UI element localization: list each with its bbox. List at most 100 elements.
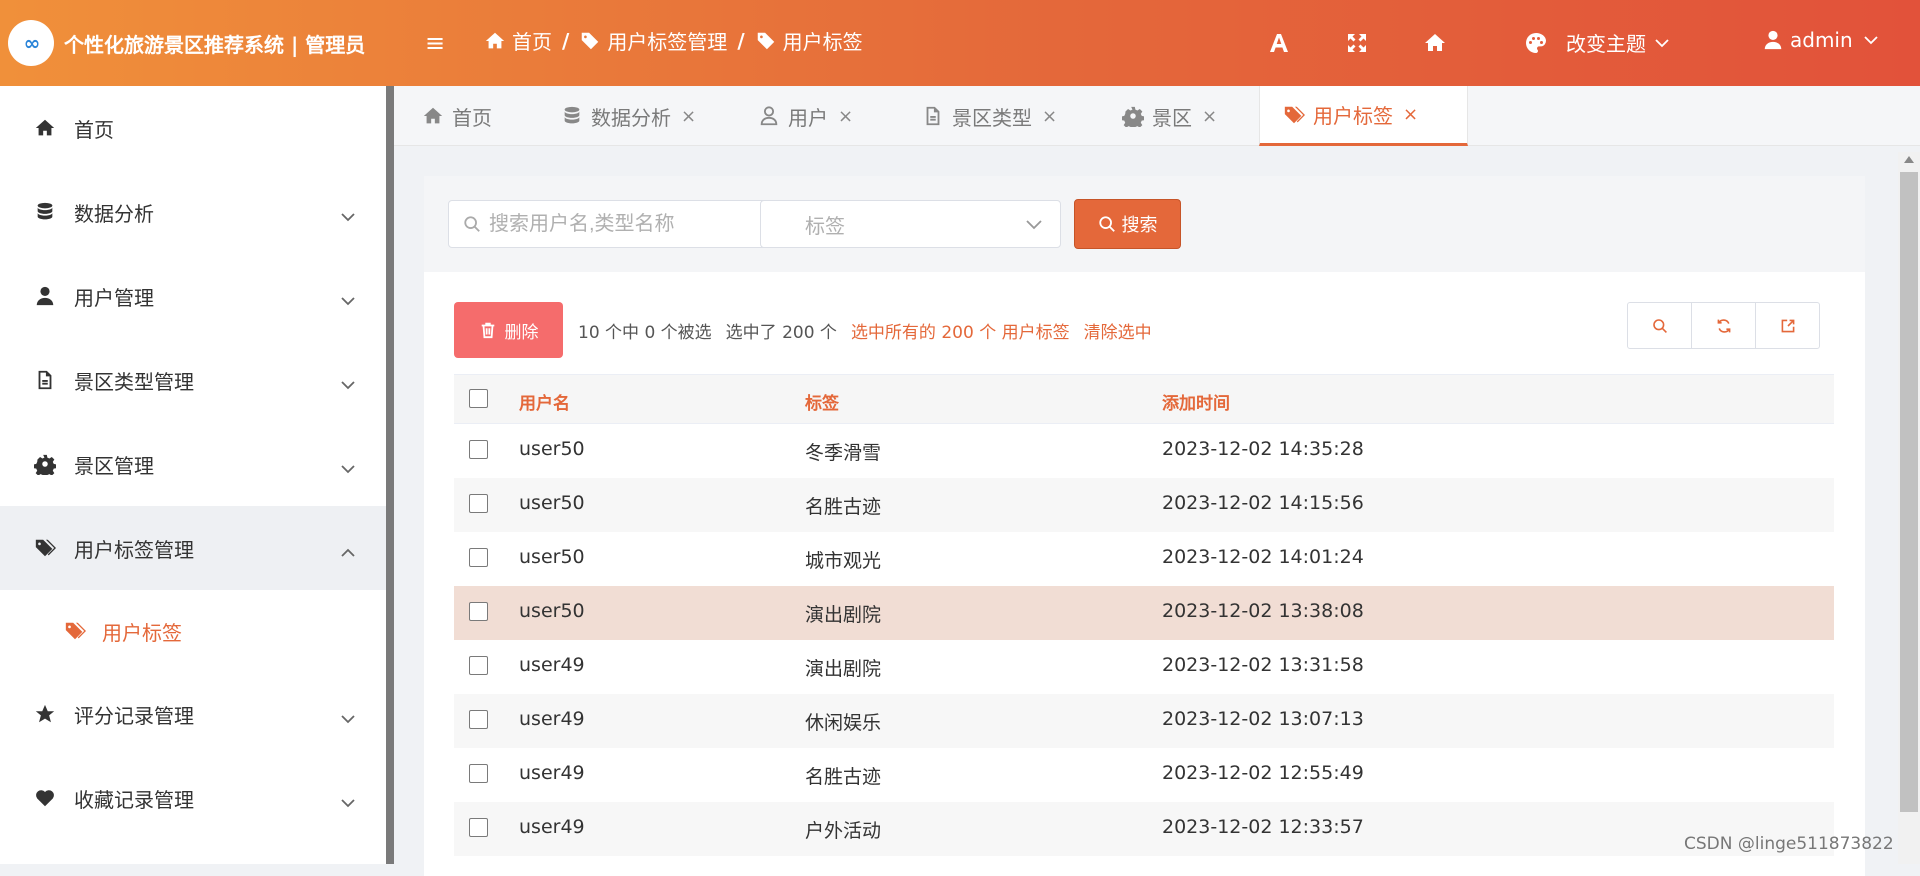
tags-icon: [757, 32, 774, 49]
tag-select-placeholder: 标签: [805, 213, 845, 238]
breadcrumb-separator: /: [737, 28, 745, 53]
row-checkbox[interactable]: [469, 656, 488, 675]
table-row[interactable]: user50 冬季滑雪 2023-12-02 14:35:28: [454, 424, 1834, 478]
tag-select[interactable]: 标签: [760, 200, 1061, 248]
breadcrumb-home[interactable]: 首页: [484, 26, 552, 55]
breadcrumb-label: 用户标签: [782, 30, 863, 54]
selection-count: 10 个中 0 个被选: [578, 323, 712, 343]
tab-home[interactable]: 首页: [422, 86, 492, 146]
sidebar-item-label: 景区类型管理: [74, 369, 194, 394]
cell-added-time: 2023-12-02 14:35:28: [1162, 438, 1364, 460]
fullscreen-icon[interactable]: [1342, 28, 1372, 58]
user-menu[interactable]: admin: [1762, 28, 1879, 52]
row-checkbox[interactable]: [469, 602, 488, 621]
sidebar-scrollbar[interactable]: [386, 86, 394, 864]
select-all-link[interactable]: 选中所有的 200 个 用户标签: [851, 318, 1070, 343]
heart-icon: [36, 790, 54, 807]
tab-label: 用户标签: [1313, 104, 1393, 128]
cell-tag: 冬季滑雪: [805, 442, 882, 464]
tags-icon: [582, 32, 599, 49]
row-checkbox[interactable]: [469, 764, 488, 783]
sidebar-item-ratings[interactable]: 评分记录管理: [0, 672, 386, 756]
breadcrumb-label: 首页: [512, 30, 552, 54]
gear-icon: [34, 454, 56, 475]
palette-icon: [1526, 32, 1547, 53]
row-checkbox[interactable]: [469, 710, 488, 729]
close-icon[interactable]: ×: [838, 106, 853, 127]
breadcrumb: 首页 / 用户标签管理 / 用户标签: [484, 26, 863, 55]
close-icon[interactable]: ×: [1042, 106, 1057, 127]
sidebar-item-users[interactable]: 用户管理: [0, 254, 386, 338]
cell-tag: 名胜古迹: [805, 766, 882, 788]
user-icon: [1764, 30, 1782, 50]
delete-button[interactable]: 删除: [454, 302, 563, 358]
table-row[interactable]: user50 名胜古迹 2023-12-02 14:15:56: [454, 478, 1834, 532]
theme-switcher[interactable]: 改变主题: [1524, 28, 1670, 57]
row-checkbox[interactable]: [469, 548, 488, 567]
cell-added-time: 2023-12-02 14:01:24: [1162, 546, 1364, 568]
row-checkbox[interactable]: [469, 818, 488, 837]
search-icon: [1652, 318, 1667, 333]
scroll-up-arrow-icon[interactable]: [1904, 156, 1914, 163]
font-size-icon[interactable]: [1264, 28, 1294, 58]
tab-scenic-types[interactable]: 景区类型 ×: [922, 86, 1057, 146]
selected-total: 选中了 200 个: [725, 323, 837, 343]
clear-selection-link[interactable]: 清除选中: [1084, 318, 1152, 343]
search-button[interactable]: 搜索: [1074, 199, 1181, 249]
chevron-up-icon: [340, 541, 356, 557]
sidebar-item-favorites[interactable]: 收藏记录管理: [0, 756, 386, 840]
close-icon[interactable]: ×: [1403, 104, 1418, 125]
scrollbar-thumb[interactable]: [1900, 172, 1918, 812]
search-input[interactable]: [489, 212, 749, 236]
row-checkbox[interactable]: [469, 494, 488, 513]
sidebar-item-label: 评分记录管理: [74, 703, 194, 728]
sidebar-item-user-tags[interactable]: 用户标签管理: [0, 506, 386, 590]
column-header-added-time[interactable]: 添加时间: [1162, 389, 1230, 414]
sidebar-item-home[interactable]: 首页: [0, 86, 386, 170]
table-row-hovered[interactable]: user50 演出剧院 2023-12-02 13:38:08: [454, 586, 1834, 640]
content-card: 标签 搜索 删除 10 个中 0 个被选 选中了 200 个 选中所有的 200…: [424, 176, 1865, 876]
sidebar-item-scenic[interactable]: 景区管理: [0, 422, 386, 506]
cell-username: user49: [519, 762, 585, 784]
cell-tag: 城市观光: [805, 550, 882, 572]
table-row[interactable]: user49 户外活动 2023-12-02 12:33:57: [454, 802, 1834, 856]
tab-analytics[interactable]: 数据分析 ×: [561, 86, 696, 146]
menu-toggle-icon[interactable]: ≡: [425, 30, 445, 56]
top-header: ∞ 个性化旅游景区推荐系统 | 管理员 ≡ 首页 / 用户标签管理 / 用户标签…: [0, 0, 1920, 86]
sidebar-subitem-label: 用户标签: [102, 620, 182, 645]
tab-user-tags[interactable]: 用户标签 ×: [1259, 86, 1468, 146]
table-row[interactable]: user49 名胜古迹 2023-12-02 12:55:49: [454, 748, 1834, 802]
search-field[interactable]: [448, 200, 768, 248]
breadcrumb-tag-management[interactable]: 用户标签管理: [579, 26, 727, 55]
sidebar-item-scenic-types[interactable]: 景区类型管理: [0, 338, 386, 422]
table-row[interactable]: user49 演出剧院 2023-12-02 13:31:58: [454, 640, 1834, 694]
cell-tag: 名胜古迹: [805, 496, 882, 518]
tab-scenic[interactable]: 景区 ×: [1122, 86, 1217, 146]
page-scrollbar[interactable]: [1898, 152, 1920, 864]
tab-users[interactable]: 用户 ×: [758, 86, 853, 146]
row-checkbox[interactable]: [469, 440, 488, 459]
sidebar-subitem-user-tags[interactable]: 用户标签: [0, 590, 386, 672]
cell-added-time: 2023-12-02 12:55:49: [1162, 762, 1364, 784]
app-logo: ∞: [8, 20, 54, 66]
home-icon[interactable]: [1420, 28, 1450, 58]
chevron-down-icon: [1864, 36, 1878, 45]
sidebar-item-label: 景区管理: [74, 453, 154, 478]
table-row[interactable]: user49 休闲娱乐 2023-12-02 13:07:13: [454, 694, 1834, 748]
column-header-tag[interactable]: 标签: [805, 389, 839, 414]
toggle-search-button[interactable]: [1628, 303, 1692, 348]
close-icon[interactable]: ×: [681, 106, 696, 127]
close-icon[interactable]: ×: [1202, 106, 1217, 127]
export-button[interactable]: [1756, 303, 1819, 348]
sidebar: 首页 数据分析 用户管理 景区类型管理 景区管理 用户标签管理 用户标签 评分记…: [0, 86, 394, 864]
filter-bar: 标签 搜索: [424, 176, 1865, 272]
tags-icon: [35, 539, 56, 557]
tags-icon: [1284, 106, 1305, 123]
chevron-down-icon: [340, 791, 356, 808]
refresh-button[interactable]: [1692, 303, 1756, 348]
sidebar-item-analytics[interactable]: 数据分析: [0, 170, 386, 254]
select-all-checkbox[interactable]: [469, 389, 488, 408]
cell-username: user50: [519, 546, 585, 568]
table-row[interactable]: user50 城市观光 2023-12-02 14:01:24: [454, 532, 1834, 586]
column-header-username[interactable]: 用户名: [519, 389, 570, 414]
